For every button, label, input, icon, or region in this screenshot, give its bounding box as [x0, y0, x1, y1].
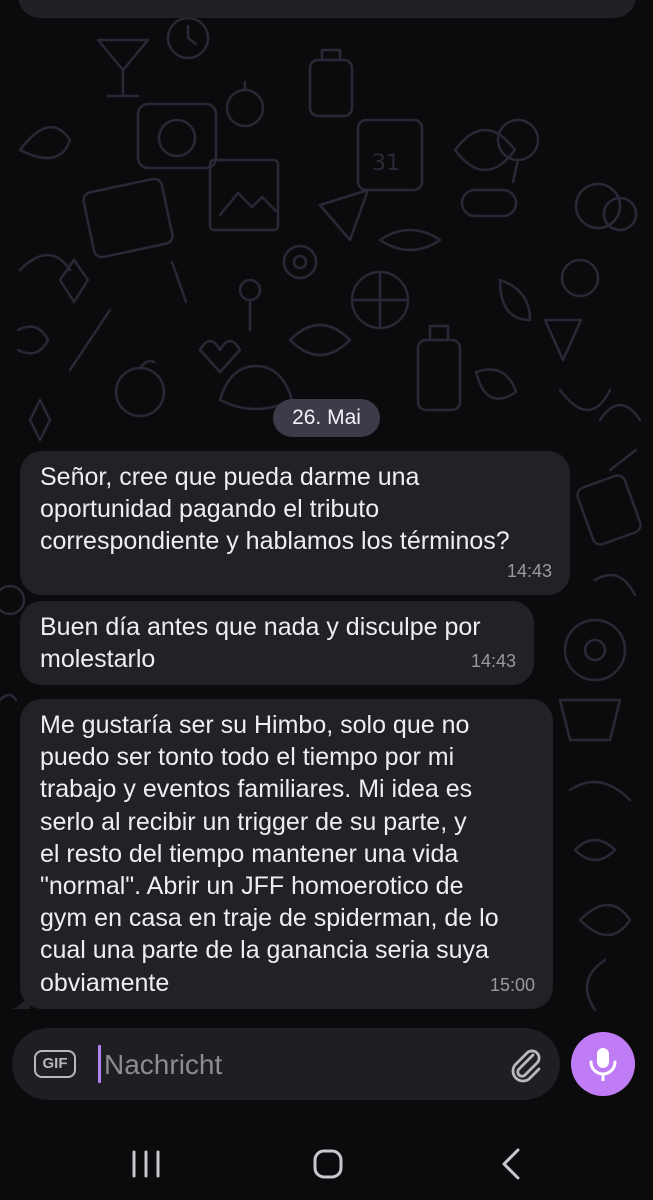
- message-composer: GIF: [12, 1028, 560, 1100]
- gif-button[interactable]: GIF: [34, 1050, 76, 1078]
- svg-text:31: 31: [372, 151, 400, 176]
- message-timestamp: 14:43: [506, 560, 552, 581]
- incoming-message-bubble[interactable]: Señor, cree que pueda darme una oportuni…: [20, 451, 570, 595]
- incoming-message-bubble[interactable]: Me gustaría ser su Himbo, solo que no pu…: [12, 699, 553, 1009]
- date-separator: 26. Mai: [273, 399, 380, 437]
- back-icon[interactable]: [484, 1144, 540, 1184]
- previous-message-bubble: [18, 0, 636, 18]
- microphone-icon: [589, 1048, 617, 1081]
- system-navigation-bar: [0, 1120, 653, 1200]
- message-text: Señor, cree que pueda darme una oportuni…: [40, 463, 510, 556]
- bubble-tail: [12, 991, 30, 1009]
- recent-apps-icon[interactable]: [118, 1144, 174, 1184]
- text-cursor: [98, 1045, 101, 1083]
- voice-record-button[interactable]: [571, 1032, 635, 1096]
- message-input[interactable]: [102, 1042, 486, 1088]
- message-text: Buen día antes que nada y disculpe por m…: [40, 613, 481, 674]
- paperclip-icon[interactable]: [506, 1044, 546, 1084]
- message-timestamp: 14:43: [470, 650, 516, 671]
- incoming-message-bubble[interactable]: Buen día antes que nada y disculpe por m…: [20, 601, 534, 685]
- home-icon[interactable]: [300, 1144, 356, 1184]
- message-timestamp: 15:00: [489, 974, 535, 995]
- message-text: Me gustaría ser su Himbo, solo que no pu…: [40, 711, 499, 997]
